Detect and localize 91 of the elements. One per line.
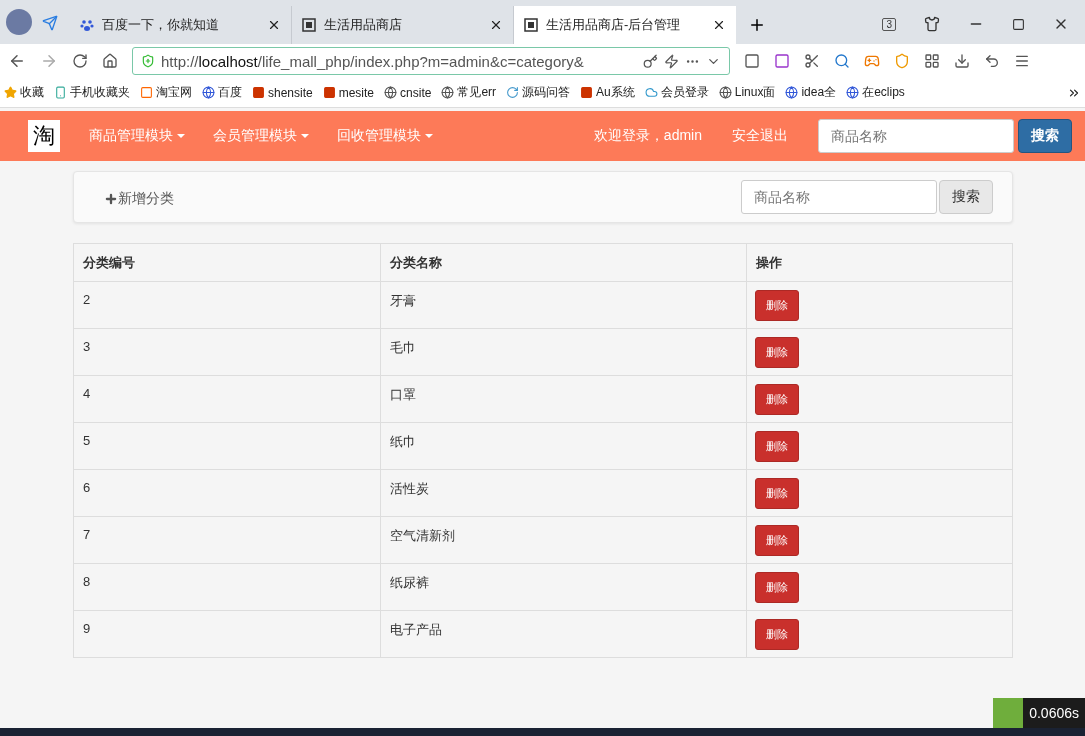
search-button[interactable]: 搜索: [1018, 119, 1072, 153]
bookmark[interactable]: 百度: [202, 84, 242, 101]
bookmark[interactable]: cnsite: [384, 85, 432, 100]
bookmark[interactable]: 常见err: [441, 84, 497, 101]
bookmark[interactable]: 淘宝网: [140, 84, 192, 101]
bookmark[interactable]: 手机收藏夹: [54, 84, 130, 101]
table-cell: 5: [73, 422, 381, 470]
bookmark[interactable]: 在eclips: [846, 84, 905, 101]
globe-icon: [441, 86, 455, 99]
delete-button[interactable]: 删除: [755, 619, 799, 650]
square-icon: [140, 86, 153, 99]
bookmark[interactable]: 源码问答: [506, 84, 571, 101]
site-logo[interactable]: 淘: [28, 120, 60, 152]
bookmark[interactable]: Linux面: [718, 84, 776, 101]
address-field[interactable]: http://localhost/life_mall_php/index.php?m=admin&c=category&: [132, 47, 730, 75]
table-cell: 4: [73, 375, 381, 423]
new-tab-icon[interactable]: [748, 16, 766, 34]
scissors-icon[interactable]: [804, 53, 820, 69]
undo-icon[interactable]: [984, 53, 1000, 69]
star-icon: [4, 86, 17, 99]
browser-tab[interactable]: 生活用品商店-后台管理: [514, 6, 736, 44]
delete-button[interactable]: 删除: [755, 384, 799, 415]
bookmark[interactable]: idea全: [785, 84, 837, 101]
close-icon[interactable]: [267, 18, 281, 32]
key-icon[interactable]: [643, 53, 658, 69]
plus-icon: [104, 192, 118, 206]
table-cell: 纸巾: [380, 422, 747, 470]
delete-button[interactable]: 删除: [755, 337, 799, 368]
bookmark[interactable]: mesite: [322, 85, 375, 100]
caret-icon: [425, 134, 433, 138]
search-field[interactable]: 商品名称: [818, 119, 1014, 153]
search-icon[interactable]: [834, 53, 850, 69]
bookmark[interactable]: 收藏: [4, 84, 44, 101]
logo-icon: [524, 18, 538, 32]
caret-icon: [177, 134, 185, 138]
square-icon[interactable]: [744, 53, 760, 69]
table-cell: 6: [73, 469, 381, 517]
bookmark[interactable]: 会员登录: [644, 84, 709, 101]
table-cell: 9: [73, 610, 381, 658]
table-cell: 纸尿裤: [380, 563, 747, 611]
timer-text: 0.0606s: [1028, 705, 1080, 721]
home-icon[interactable]: [102, 53, 118, 69]
grid-icon[interactable]: [924, 53, 940, 69]
add-category-link[interactable]: 新增分类: [104, 190, 174, 208]
swirl-icon: [506, 86, 520, 99]
delete-button[interactable]: 删除: [755, 290, 799, 321]
column-header: 分类名称: [380, 243, 747, 282]
gamepad-icon[interactable]: [864, 53, 880, 69]
welcome-text: 欢迎登录，admin: [593, 127, 702, 145]
send-icon[interactable]: [42, 15, 58, 31]
download-icon[interactable]: [954, 53, 970, 69]
caret-icon: [301, 134, 309, 138]
maximize-icon[interactable]: [1012, 17, 1025, 31]
delete-button[interactable]: 删除: [755, 572, 799, 603]
delete-button[interactable]: 删除: [755, 431, 799, 462]
search-button[interactable]: 搜索: [939, 180, 993, 214]
table-cell: 活性炭: [380, 469, 747, 517]
table-cell: 毛巾: [380, 328, 747, 376]
menu-icon[interactable]: [1014, 53, 1030, 69]
delete-button[interactable]: 删除: [755, 478, 799, 509]
table-cell: 7: [73, 516, 381, 564]
lightning-icon[interactable]: [664, 53, 679, 69]
table-cell: 8: [73, 563, 381, 611]
delete-button[interactable]: 删除: [755, 525, 799, 556]
phone-icon: [54, 86, 67, 99]
column-header: 操作: [746, 243, 1013, 282]
shield-icon: [141, 54, 155, 68]
globe-icon: [384, 86, 398, 99]
reload-icon[interactable]: [72, 53, 88, 69]
square-icon: [580, 86, 594, 99]
table-cell: 口罩: [380, 375, 747, 423]
column-header: 分类编号: [73, 243, 381, 282]
tab-count[interactable]: 3: [882, 17, 896, 31]
logo-icon: [302, 18, 316, 32]
table-cell: 空气清新剂: [380, 516, 747, 564]
table-cell: 电子产品: [380, 610, 747, 658]
shirt-icon[interactable]: [924, 16, 940, 32]
globe-icon: [718, 86, 732, 99]
back-icon[interactable]: [8, 52, 26, 70]
bookmark[interactable]: shensite: [252, 85, 313, 100]
avatar[interactable]: [6, 9, 32, 35]
close-icon[interactable]: [489, 18, 503, 32]
table-cell: 牙膏: [380, 281, 747, 329]
bookmark[interactable]: Au系统: [580, 84, 635, 101]
close-icon[interactable]: [712, 18, 726, 32]
table-cell: 2: [73, 281, 381, 329]
square-icon: [252, 86, 265, 99]
square-icon: [322, 86, 336, 99]
cloud-icon: [644, 86, 658, 99]
table-cell: 3: [73, 328, 381, 376]
search-field[interactable]: 商品名称: [741, 180, 937, 214]
